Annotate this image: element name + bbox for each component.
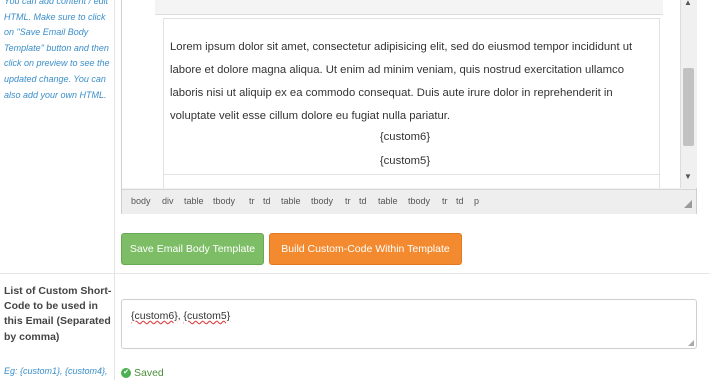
scroll-up-arrow-icon[interactable]: ▲ <box>682 0 694 10</box>
path-item[interactable]: p <box>474 196 479 206</box>
editor-table-separator <box>163 174 660 175</box>
path-item[interactable]: td <box>456 196 464 206</box>
saved-status: Saved <box>134 367 164 379</box>
path-item[interactable]: tbody <box>213 196 235 206</box>
path-item[interactable]: td <box>359 196 367 206</box>
help-text: You can add content / edit HTML. Make su… <box>4 0 110 100</box>
path-item[interactable]: td <box>263 196 271 206</box>
path-item[interactable]: table <box>184 196 204 206</box>
shortcode-token: {custom5} <box>183 310 231 322</box>
path-item[interactable]: tr <box>442 196 448 206</box>
check-icon: ✔ <box>121 368 131 378</box>
shortcode-label: List of Custom Short-Code to be used in … <box>4 285 112 343</box>
row-divider <box>0 273 710 274</box>
textarea-resize-icon[interactable] <box>688 340 694 346</box>
path-item[interactable]: div <box>162 196 174 206</box>
save-email-body-template-button[interactable]: Save Email Body Template <box>121 233 264 265</box>
editor-code-line[interactable]: {custom5} <box>170 155 640 167</box>
path-item[interactable]: tr <box>345 196 351 206</box>
shortcode-textarea[interactable] <box>121 299 697 349</box>
editor-code-line[interactable]: {custom6} <box>170 131 640 143</box>
shortcode-example: Eg: {custom1}, {custom4}, <box>4 366 108 376</box>
editor-paragraph[interactable]: Lorem ipsum dolor sit amet, consectetur … <box>170 36 640 128</box>
path-item[interactable]: tr <box>249 196 255 206</box>
shortcode-value[interactable]: {custom6}, {custom5} <box>131 310 230 322</box>
editor-top-row <box>155 0 663 15</box>
path-item[interactable]: body <box>131 196 151 206</box>
path-item[interactable]: tbody <box>311 196 333 206</box>
shortcode-token: {custom6} <box>131 310 178 322</box>
scroll-down-arrow-icon[interactable]: ▼ <box>682 172 694 184</box>
build-custom-code-button[interactable]: Build Custom-Code Within Template <box>269 233 462 265</box>
path-item[interactable]: table <box>281 196 301 206</box>
path-item[interactable]: table <box>378 196 398 206</box>
resize-grip-icon[interactable] <box>684 200 692 208</box>
scrollbar-thumb[interactable] <box>683 68 694 146</box>
path-item[interactable]: tbody <box>408 196 430 206</box>
